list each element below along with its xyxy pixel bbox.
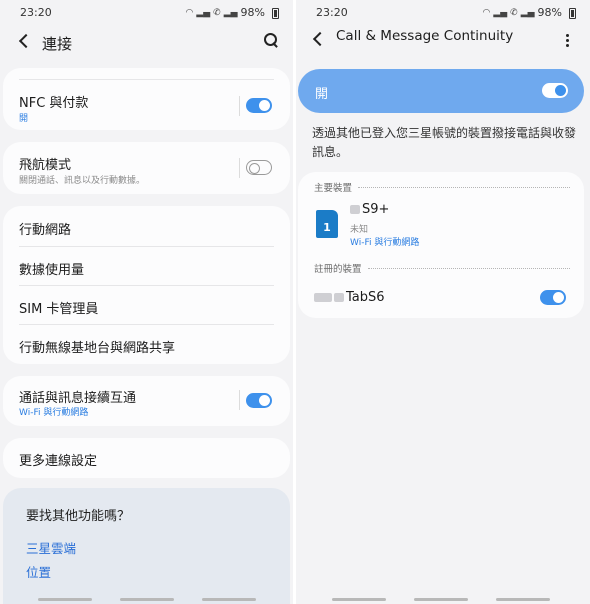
airplane-desc: 關閉通話、訊息以及行動數據。 <box>19 176 146 186</box>
main-device-status: 未知 <box>350 225 369 235</box>
app-bar: Call & Message Continuity <box>296 28 590 56</box>
continuity-card: 通話與訊息接續互通 Wi-Fi 與行動網路 <box>3 376 290 426</box>
nav-home-hint[interactable] <box>414 598 468 601</box>
network-menu-card: 行動網路 數據使用量 SIM 卡管理員 行動無線基地台與網路共享 <box>3 206 290 364</box>
nav-back-hint[interactable] <box>496 598 550 601</box>
section-label: 註冊的裝置 <box>314 264 362 275</box>
call-icon: ✆ <box>510 7 518 18</box>
menu-item-label: 行動無線基地台與網路共享 <box>19 341 176 356</box>
battery-icon <box>569 8 576 19</box>
nfc-card: NFC 與付款 開 <box>3 68 290 130</box>
back-icon[interactable] <box>18 34 32 48</box>
status-icons: ◠ ▂▄ ✆ ▂▄ 98% <box>482 6 562 19</box>
page-title: Call & Message Continuity <box>336 28 514 44</box>
master-toggle[interactable] <box>542 83 568 98</box>
separator <box>239 96 240 116</box>
menu-item-label: 數據使用量 <box>19 263 85 278</box>
continuity-screen: 23:20 ◠ ▂▄ ✆ ▂▄ 98% Call & Message Conti… <box>296 0 590 604</box>
call-icon: ✆ <box>213 7 221 18</box>
airplane-toggle[interactable] <box>246 160 272 175</box>
signal2-icon: ▂▄ <box>223 7 238 18</box>
continuity-title: 通話與訊息接續互通 <box>19 391 137 406</box>
status-time: 23:20 <box>20 6 52 19</box>
menu-item-label: 行動網路 <box>19 223 72 238</box>
main-device-section-header: 主要裝置 <box>314 180 570 194</box>
more-options-icon[interactable] <box>566 34 570 48</box>
separator <box>239 390 240 410</box>
more-connection-settings[interactable]: 更多連線設定 <box>3 438 290 478</box>
connections-screen: 23:20 ◠ ▂▄ ✆ ▂▄ 98% 連接 NFC 與付款 開 飛航模式 關閉… <box>0 0 293 604</box>
status-bar: 23:20 ◠ ▂▄ ✆ ▂▄ 98% <box>296 6 590 22</box>
nav-recent-hint[interactable] <box>38 598 92 601</box>
menu-item-sim-manager[interactable]: SIM 卡管理員 <box>3 285 290 325</box>
signal-icon: ▂▄ <box>196 7 211 18</box>
continuity-toggle[interactable] <box>246 393 272 408</box>
menu-item-mobile-networks[interactable]: 行動網路 <box>3 206 290 246</box>
wifi-icon: ◠ <box>482 7 491 18</box>
status-icons: ◠ ▂▄ ✆ ▂▄ 98% <box>185 6 265 19</box>
main-device-connection: Wi-Fi 與行動網路 <box>350 238 420 248</box>
airplane-card: 飛航模式 關閉通話、訊息以及行動數據。 <box>3 142 290 194</box>
more-settings-label: 更多連線設定 <box>19 454 98 469</box>
signal2-icon: ▂▄ <box>520 7 535 18</box>
nav-back-hint[interactable] <box>202 598 256 601</box>
devices-card: 主要裝置 1 S9+ 未知 Wi-Fi 與行動網路 註冊的裝置 TabS6 <box>298 172 584 318</box>
back-icon[interactable] <box>312 32 326 46</box>
airplane-title: 飛航模式 <box>19 158 72 173</box>
main-device-row[interactable]: 1 S9+ 未知 Wi-Fi 與行動網路 <box>298 196 584 254</box>
wifi-icon: ◠ <box>185 7 194 18</box>
more-settings-card: 更多連線設定 <box>3 438 290 478</box>
menu-item-data-usage[interactable]: 數據使用量 <box>3 246 290 286</box>
feature-description: 透過其他已登入您三星帳號的裝置撥接電話與收發訊息。 <box>312 126 577 159</box>
separator <box>239 158 240 178</box>
battery-icon <box>272 8 279 19</box>
nfc-row[interactable]: NFC 與付款 開 <box>3 80 290 130</box>
looking-question: 要找其他功能嗎？ <box>26 509 131 524</box>
continuity-row[interactable]: 通話與訊息接續互通 Wi-Fi 與行動網路 <box>3 376 290 426</box>
registered-device-toggle[interactable] <box>540 290 566 305</box>
app-bar: 連接 <box>0 28 293 56</box>
main-device-name: S9+ <box>350 202 389 217</box>
looking-for-something-else: 要找其他功能嗎？ 三星雲端 位置 <box>3 488 290 604</box>
nav-home-hint[interactable] <box>120 598 174 601</box>
status-bar: 23:20 ◠ ▂▄ ✆ ▂▄ 98% <box>0 6 293 22</box>
nfc-title: NFC 與付款 <box>19 96 89 111</box>
page-title: 連接 <box>42 35 73 53</box>
master-switch-label: 開 <box>315 87 329 102</box>
status-time: 23:20 <box>316 6 348 19</box>
sim-phone-icon: 1 <box>316 210 338 238</box>
nav-recent-hint[interactable] <box>332 598 386 601</box>
samsung-cloud-link[interactable]: 三星雲端 <box>26 538 76 557</box>
nfc-toggle[interactable] <box>246 98 272 113</box>
continuity-status: Wi-Fi 與行動網路 <box>19 408 89 418</box>
signal-icon: ▂▄ <box>493 7 508 18</box>
battery-text: 98% <box>240 6 265 19</box>
battery-text: 98% <box>537 6 562 19</box>
airplane-row[interactable]: 飛航模式 關閉通話、訊息以及行動數據。 <box>3 142 290 194</box>
section-label: 主要裝置 <box>314 183 353 194</box>
location-link[interactable]: 位置 <box>26 562 51 581</box>
sim-number: 1 <box>323 221 331 234</box>
menu-item-hotspot[interactable]: 行動無線基地台與網路共享 <box>3 324 290 364</box>
master-switch-banner[interactable]: 開 <box>298 69 584 113</box>
registered-section-header: 註冊的裝置 <box>314 261 570 275</box>
menu-item-label: SIM 卡管理員 <box>19 302 99 317</box>
registered-device-row[interactable]: TabS6 <box>298 278 584 316</box>
nfc-status: 開 <box>19 114 29 124</box>
registered-device-name: TabS6 <box>314 290 385 305</box>
search-icon[interactable] <box>263 32 279 48</box>
